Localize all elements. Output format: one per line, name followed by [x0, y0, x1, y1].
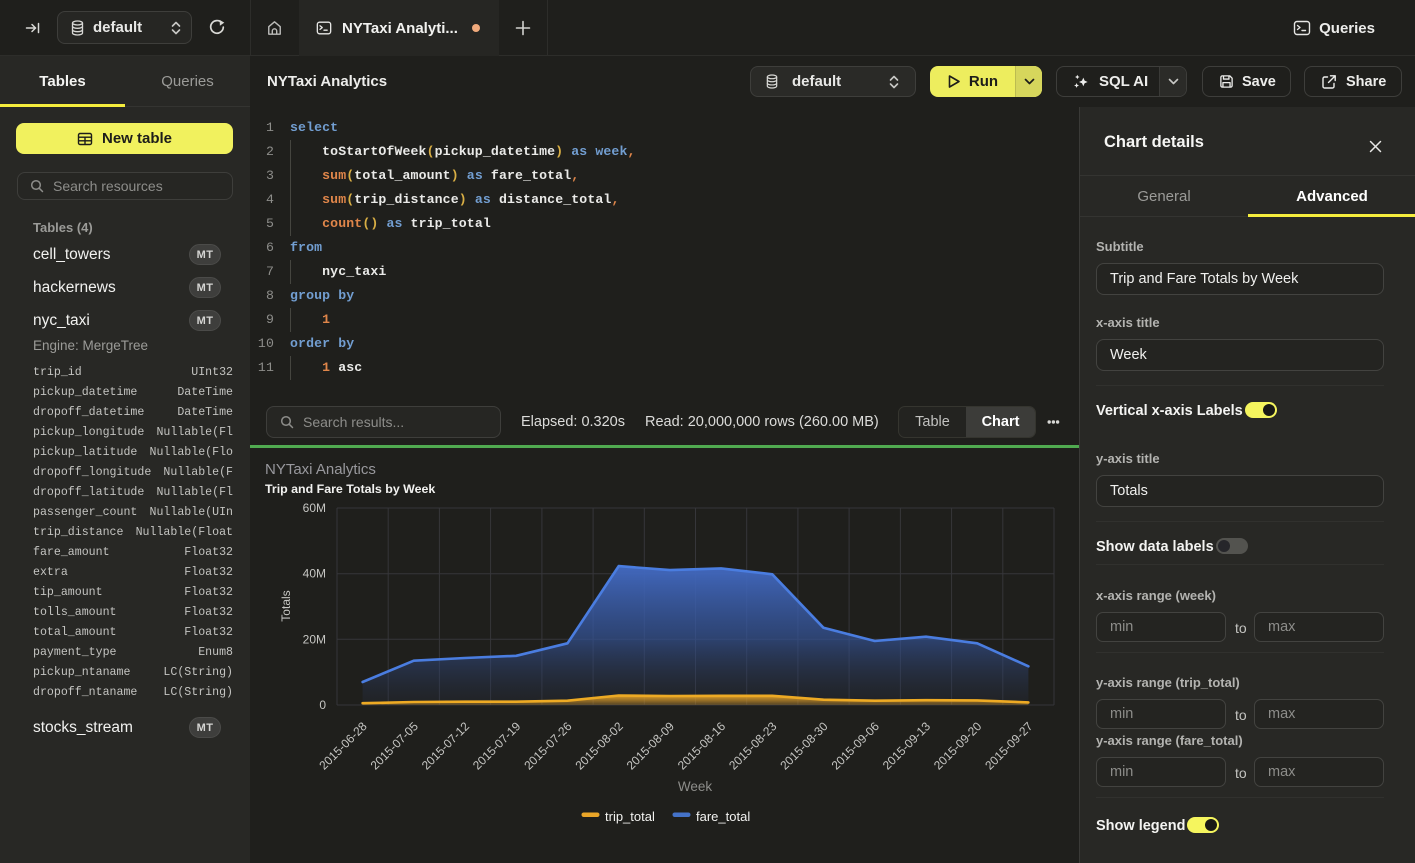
svg-text:2015-07-26: 2015-07-26: [521, 719, 575, 773]
svg-text:2015-09-27: 2015-09-27: [982, 719, 1036, 773]
svg-text:2015-07-12: 2015-07-12: [419, 719, 473, 773]
svg-text:2015-09-13: 2015-09-13: [880, 719, 934, 773]
svg-text:NYTaxi Analytics: NYTaxi Analytics: [265, 461, 376, 478]
svg-text:2015-08-16: 2015-08-16: [675, 719, 729, 773]
svg-text:2015-09-06: 2015-09-06: [829, 719, 883, 773]
svg-text:2015-08-09: 2015-08-09: [624, 719, 678, 773]
svg-text:2015-08-23: 2015-08-23: [726, 719, 780, 773]
svg-text:2015-06-28: 2015-06-28: [316, 719, 370, 773]
svg-text:20M: 20M: [303, 632, 326, 646]
svg-text:Week: Week: [678, 779, 713, 794]
svg-text:0: 0: [319, 698, 326, 712]
svg-text:60M: 60M: [303, 501, 326, 515]
svg-text:Totals: Totals: [279, 590, 293, 621]
svg-text:Trip and Fare Totals by Week: Trip and Fare Totals by Week: [265, 482, 435, 496]
svg-text:2015-07-19: 2015-07-19: [470, 719, 524, 773]
svg-text:fare_total: fare_total: [696, 809, 750, 824]
svg-text:40M: 40M: [303, 567, 326, 581]
svg-text:2015-08-02: 2015-08-02: [573, 719, 627, 773]
svg-text:2015-07-05: 2015-07-05: [368, 719, 422, 773]
svg-text:2015-08-30: 2015-08-30: [777, 719, 831, 773]
svg-text:trip_total: trip_total: [605, 809, 655, 824]
svg-text:2015-09-20: 2015-09-20: [931, 719, 985, 773]
